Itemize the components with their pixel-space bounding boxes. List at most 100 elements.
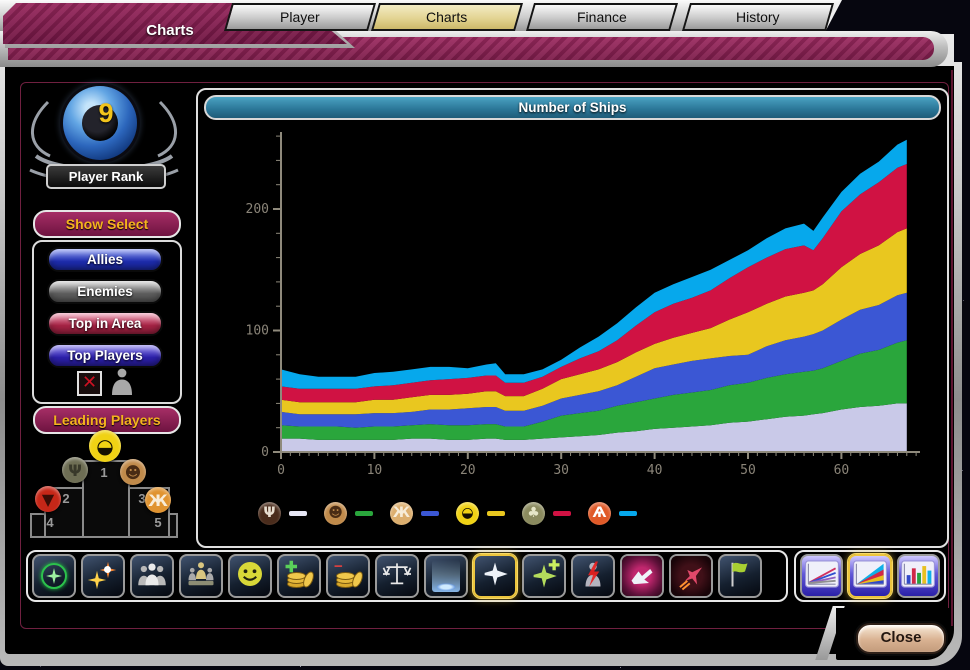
population-icon (136, 559, 168, 594)
podium-rank-number: 5 (151, 515, 165, 530)
tab-finance[interactable]: Finance (526, 3, 678, 31)
research-beam-icon (432, 560, 460, 592)
podium-rank-number: 2 (59, 491, 73, 506)
svg-text:100: 100 (246, 324, 269, 339)
toolbar-approval-button[interactable] (228, 554, 272, 598)
player-rank-label: Player Rank (46, 164, 166, 189)
show-select-top-in-area-button[interactable]: Top in Area (47, 311, 163, 336)
show-select-top-players-button[interactable]: Top Players (47, 343, 163, 368)
tab-label: History (736, 9, 780, 25)
ships-lost-icon (671, 556, 711, 596)
show-select-header: Show Select (33, 210, 181, 238)
player-rank-value: 9 (86, 98, 126, 129)
tab-label: Player (280, 9, 320, 25)
tab-label: Finance (577, 9, 627, 25)
svg-text:30: 30 (553, 463, 569, 478)
chart-area-icon (853, 560, 887, 593)
toolbar-territory-flag-button[interactable] (718, 554, 762, 598)
svg-text:40: 40 (647, 463, 663, 478)
show-select-allies-button[interactable]: Allies (47, 247, 163, 272)
ships-total-icon (480, 559, 510, 594)
svg-text:20: 20 (460, 463, 476, 478)
chart-line-icon (805, 560, 839, 593)
podium-rank-1-helm-yellow-icon[interactable]: ◒ (89, 430, 121, 462)
podium-rank-5-spider-orange-icon[interactable]: Ж (145, 487, 171, 513)
kraken-race-icon: Ψ (258, 502, 281, 525)
influence-icon (39, 561, 69, 591)
toolbar-chart-types (794, 550, 946, 602)
territory-flag-icon (725, 559, 755, 594)
legend-color-dash (487, 511, 505, 516)
podium-rank-3-face-bronze-icon[interactable]: ☻ (120, 459, 146, 485)
leading-players-podium: ◒1Ψ2☻3▼4Ж5 (28, 430, 180, 538)
tab-player[interactable]: Player (224, 3, 376, 31)
ground-forces-icon (622, 556, 662, 596)
approval-icon (235, 559, 265, 594)
legend-item-leaf: ♣ (522, 502, 571, 525)
toolbar-ships-built-button[interactable]: ✚ (522, 554, 566, 598)
bug-race-icon: Ѧ (588, 502, 611, 525)
svg-text:60: 60 (834, 463, 850, 478)
legend-item-bug: Ѧ (588, 502, 637, 525)
tab-history[interactable]: History (682, 3, 834, 31)
legend-color-dash (421, 511, 439, 516)
toolbar-expenses-button[interactable]: − (326, 554, 370, 598)
income-icon: ✚ (284, 561, 314, 591)
legend-color-dash (355, 511, 373, 516)
podium-rank-number: 4 (43, 515, 57, 530)
legend-color-dash (553, 511, 571, 516)
podium-rank-number: 1 (97, 465, 111, 480)
explosion-icon (87, 560, 119, 592)
legend-item-face: ☻ (324, 502, 373, 525)
show-select-enemies-button[interactable]: Enemies (47, 279, 163, 304)
trade-balance-icon (382, 559, 412, 594)
tab-charts[interactable]: Charts (371, 3, 523, 31)
face-race-icon: ☻ (324, 502, 347, 525)
chart-bar-icon (901, 560, 935, 593)
legend-item-spider: Ж (390, 502, 439, 525)
civilization-icon (185, 559, 217, 594)
person-filter-icon[interactable] (110, 366, 134, 401)
toolbar-explosion-button[interactable] (81, 554, 125, 598)
chart-legend: Ψ ☻ Ж ◒ ♣ Ѧ (258, 498, 637, 528)
svg-text:0: 0 (277, 463, 285, 478)
right-accent-line (951, 70, 953, 626)
sky-corner-right (954, 0, 970, 62)
toolbar-influence-button[interactable] (32, 554, 76, 598)
toolbar-trade-balance-button[interactable] (375, 554, 419, 598)
tab-label: Charts (426, 9, 467, 25)
toolbar-military-power-button[interactable] (571, 554, 615, 598)
spider-race-icon: Ж (390, 502, 413, 525)
toolbar-research-beam-button[interactable] (424, 554, 468, 598)
svg-text:50: 50 (740, 463, 756, 478)
legend-color-dash (289, 511, 307, 516)
podium-rank-4-arrow-red-icon[interactable]: ▼ (35, 486, 61, 512)
page-title: Charts (95, 22, 245, 39)
chart-type-bar-button[interactable] (897, 554, 940, 598)
legend-color-dash (619, 511, 637, 516)
svg-text:200: 200 (246, 202, 269, 217)
svg-text:10: 10 (367, 463, 383, 478)
helm-race-icon: ◒ (456, 502, 479, 525)
toolbar-ships-total-button[interactable] (473, 554, 517, 598)
leaf-race-icon: ♣ (522, 502, 545, 525)
toolbar-ships-lost-button[interactable] (669, 554, 713, 598)
toolbar-main: ✚ −✚ (26, 550, 788, 602)
toolbar-civilization-button[interactable] (179, 554, 223, 598)
chart-type-area-button[interactable] (848, 554, 891, 598)
sky-corner (824, 0, 970, 34)
expenses-icon: − (333, 561, 363, 591)
legend-item-kraken: Ψ (258, 502, 307, 525)
ships-built-icon: ✚ (529, 561, 559, 591)
legend-item-helm: ◒ (456, 502, 505, 525)
close-button[interactable]: Close (856, 623, 946, 654)
filter-checkbox[interactable]: ✕ (77, 371, 102, 396)
chart-title: Number of Ships (204, 95, 941, 120)
svg-text:0: 0 (261, 445, 269, 460)
ships-chart: 0 10 20 30 40 50 60 0 100 200 (198, 118, 944, 542)
toolbar-ground-forces-button[interactable] (620, 554, 664, 598)
podium-rank-2-kraken-olive-icon[interactable]: Ψ (62, 457, 88, 483)
chart-type-line-button[interactable] (800, 554, 843, 598)
toolbar-income-button[interactable]: ✚ (277, 554, 321, 598)
toolbar-population-button[interactable] (130, 554, 174, 598)
